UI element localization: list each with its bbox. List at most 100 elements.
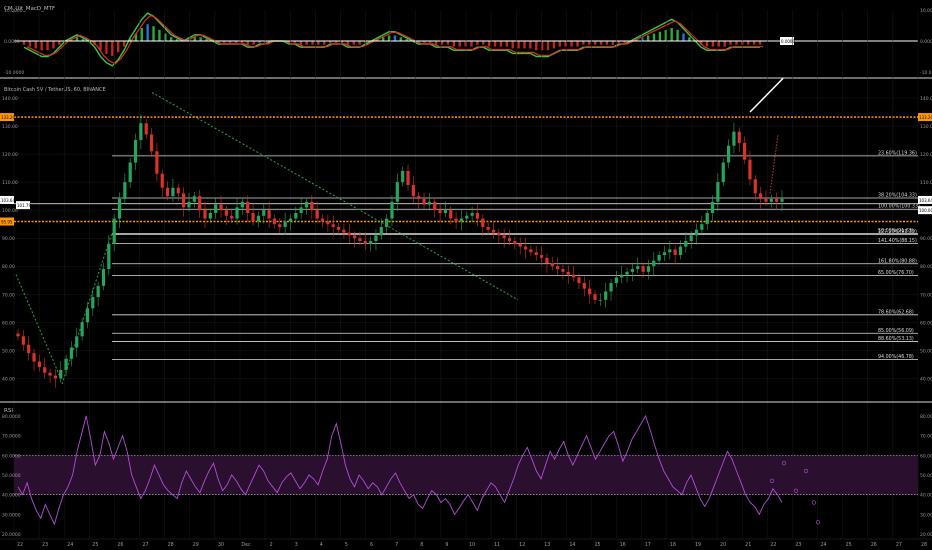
candle-body (652, 260, 656, 267)
candle-body (662, 252, 667, 256)
candle-body (283, 221, 287, 227)
candle-body (641, 266, 645, 272)
rsi-tick-left: 40.0000 (2, 493, 21, 499)
fib-level-label: 161.80%(80.88) (878, 258, 917, 264)
candle-body (481, 218, 485, 227)
time-tick-label: 12 (519, 542, 525, 548)
candle-body (598, 299, 602, 301)
candle-body (556, 266, 560, 270)
time-tick-label: Dec (241, 542, 251, 548)
macd-tick-left: 10.0000 (4, 8, 23, 14)
rsi-tick-left: 60.0000 (2, 453, 21, 459)
candle-body (182, 193, 186, 208)
time-tick-label: 24 (821, 542, 827, 548)
candle-body (101, 269, 106, 286)
candle-body (657, 255, 661, 261)
fib-level-label: 88.60%(53.13) (878, 336, 914, 342)
candle-body (32, 353, 36, 362)
candle-body (710, 201, 715, 213)
time-tick-label: 5 (345, 542, 348, 548)
candle-body (246, 201, 250, 213)
time-tick-label: 18 (670, 542, 676, 548)
fib-level-label: 100.00%(100.33) (878, 204, 920, 210)
candle-body (379, 226, 383, 236)
candle-body (759, 193, 763, 199)
fib-level-label: 127.20%(91.39) (878, 229, 917, 235)
rsi-tick-right: 40.0000 (920, 493, 932, 499)
time-tick-label: 28 (921, 542, 927, 548)
candle-body (235, 207, 239, 219)
rsi-tick-left: 80.0000 (2, 414, 21, 420)
candle-body (112, 218, 116, 244)
candle-body (486, 226, 490, 230)
rsi-tick-right: 70.0000 (920, 434, 932, 440)
candle-body (513, 241, 517, 244)
candle-body (363, 241, 367, 244)
price-tick-left: 100.00 (2, 208, 18, 214)
candle-body (299, 207, 303, 213)
candle-body (449, 210, 453, 219)
candle-body (262, 210, 266, 216)
macd-tick-right: 0.0000 (920, 39, 932, 45)
candle-body (620, 274, 624, 278)
price-tag-left-label: 95.95 (1, 220, 13, 225)
candle-body (753, 179, 757, 194)
time-tick-label: 24 (67, 542, 73, 548)
candle-body (69, 347, 74, 359)
candle-body (737, 131, 741, 143)
price-tick-right: 60.00 (920, 320, 932, 326)
candle-body (539, 255, 544, 258)
candle-body (144, 123, 148, 135)
time-tick-label: 19 (695, 542, 701, 548)
fib-level-label: 141.40%(88.15) (878, 238, 917, 244)
time-tick-label: 2 (270, 542, 273, 548)
time-tick-label: 15 (595, 542, 601, 548)
candle-body (75, 336, 79, 348)
candle-body (417, 196, 421, 199)
price-tick-left: 90.00 (2, 236, 15, 242)
time-tick-label: 23 (795, 542, 801, 548)
price-tag-left-label: 133.20 (1, 115, 15, 120)
time-tick-label: 25 (846, 542, 852, 548)
price-tag-left-label: 101.79 (17, 203, 31, 208)
candle-body (219, 204, 223, 211)
time-tick-label: 6 (370, 542, 373, 548)
rsi-tick-right: 80.0000 (920, 414, 932, 420)
candle-body (21, 336, 25, 345)
rsi-tick-left: 20.0000 (2, 532, 21, 538)
candle-body (358, 238, 362, 241)
candle-body (433, 201, 437, 211)
candle-body (566, 271, 570, 275)
candle-body (288, 218, 293, 222)
fib-level-label: 38.20%(104.33) (878, 193, 917, 199)
candle-body (230, 215, 234, 219)
rsi-tick-left: 30.0000 (2, 512, 21, 518)
candle-body (37, 361, 41, 368)
price-tick-left: 80.00 (2, 264, 15, 270)
macd-tick-right: 10.0000 (920, 8, 932, 14)
candle-body (700, 224, 704, 230)
candle-body (133, 140, 138, 163)
candle-body (278, 224, 282, 227)
candle-body (694, 229, 699, 236)
trading-chart: CM_Ult_MacD_MTF 10.00000.0000-10.000010.… (0, 0, 932, 550)
candle-body (198, 196, 202, 211)
candle-body (64, 358, 68, 370)
price-tick-left: 50.00 (2, 348, 15, 354)
candle-body (764, 198, 768, 202)
price-tick-right: 130.00 (920, 124, 932, 130)
candle-body (347, 232, 351, 236)
candle-body (374, 235, 378, 241)
price-tick-right: 50.00 (920, 348, 932, 354)
candle-body (187, 201, 191, 208)
candle-body (251, 212, 255, 222)
candle-body (27, 344, 31, 354)
candle-body (769, 198, 773, 202)
candle-body (80, 322, 84, 337)
candle-body (117, 198, 122, 219)
time-tick-label: 22 (17, 542, 23, 548)
candle-body (518, 243, 522, 247)
candle-body (716, 182, 720, 202)
candle-body (331, 224, 335, 227)
price-tick-left: 140.00 (2, 96, 18, 102)
